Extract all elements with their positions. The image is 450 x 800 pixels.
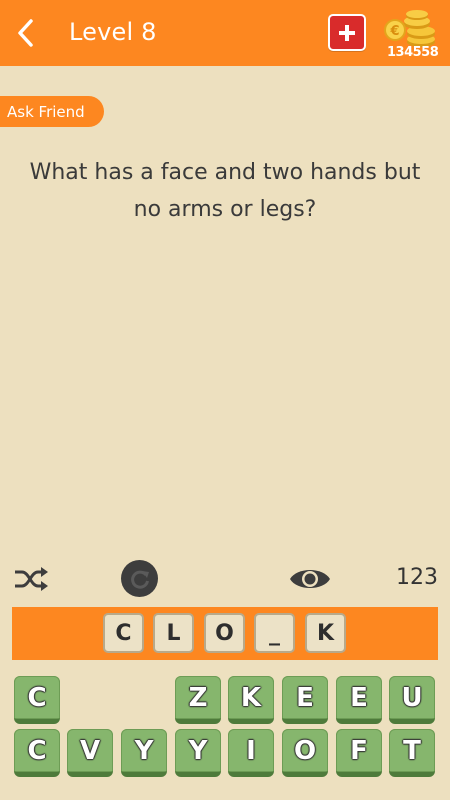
answer-slot[interactable]: O xyxy=(204,613,245,653)
letter-key[interactable]: C xyxy=(14,676,60,724)
letter-key[interactable]: O xyxy=(282,729,328,777)
letter-key[interactable]: Z xyxy=(175,676,221,724)
refresh-icon xyxy=(130,570,149,589)
svg-text:€: € xyxy=(389,24,399,39)
shuffle-icon[interactable] xyxy=(13,566,49,592)
answer-slot[interactable]: K xyxy=(305,613,346,653)
hint-count: 123 xyxy=(396,565,438,590)
refresh-button[interactable] xyxy=(121,560,158,597)
eye-icon[interactable] xyxy=(289,565,331,593)
answer-slot[interactable]: L xyxy=(153,613,194,653)
letter-key[interactable]: E xyxy=(282,676,328,724)
letter-key[interactable]: I xyxy=(228,729,274,777)
answer-slot[interactable]: C xyxy=(103,613,144,653)
letter-key[interactable]: Y xyxy=(175,729,221,777)
letter-key[interactable]: V xyxy=(67,729,113,777)
level-title: Level 8 xyxy=(69,18,157,46)
plus-icon xyxy=(339,24,355,41)
coins-icon: € xyxy=(384,10,435,47)
ask-friend-button[interactable]: Ask Friend xyxy=(0,96,104,127)
letter-key[interactable]: C xyxy=(14,729,60,777)
letter-key[interactable]: U xyxy=(389,676,435,724)
letter-key[interactable]: E xyxy=(336,676,382,724)
question-text: What has a face and two hands but no arm… xyxy=(29,160,421,222)
letter-key[interactable]: Y xyxy=(121,729,167,777)
letter-key[interactable]: T xyxy=(389,729,435,777)
add-coins-button[interactable] xyxy=(328,14,366,51)
answer-bar: C L O _ K xyxy=(12,607,438,660)
back-button[interactable] xyxy=(12,17,38,49)
chevron-left-icon xyxy=(18,19,33,47)
coin-count: 134558 xyxy=(387,45,439,60)
answer-slot[interactable]: _ xyxy=(254,613,295,653)
letter-key[interactable]: F xyxy=(336,729,382,777)
top-bar: Level 8 € 134558 xyxy=(0,0,450,66)
letter-key[interactable]: K xyxy=(228,676,274,724)
